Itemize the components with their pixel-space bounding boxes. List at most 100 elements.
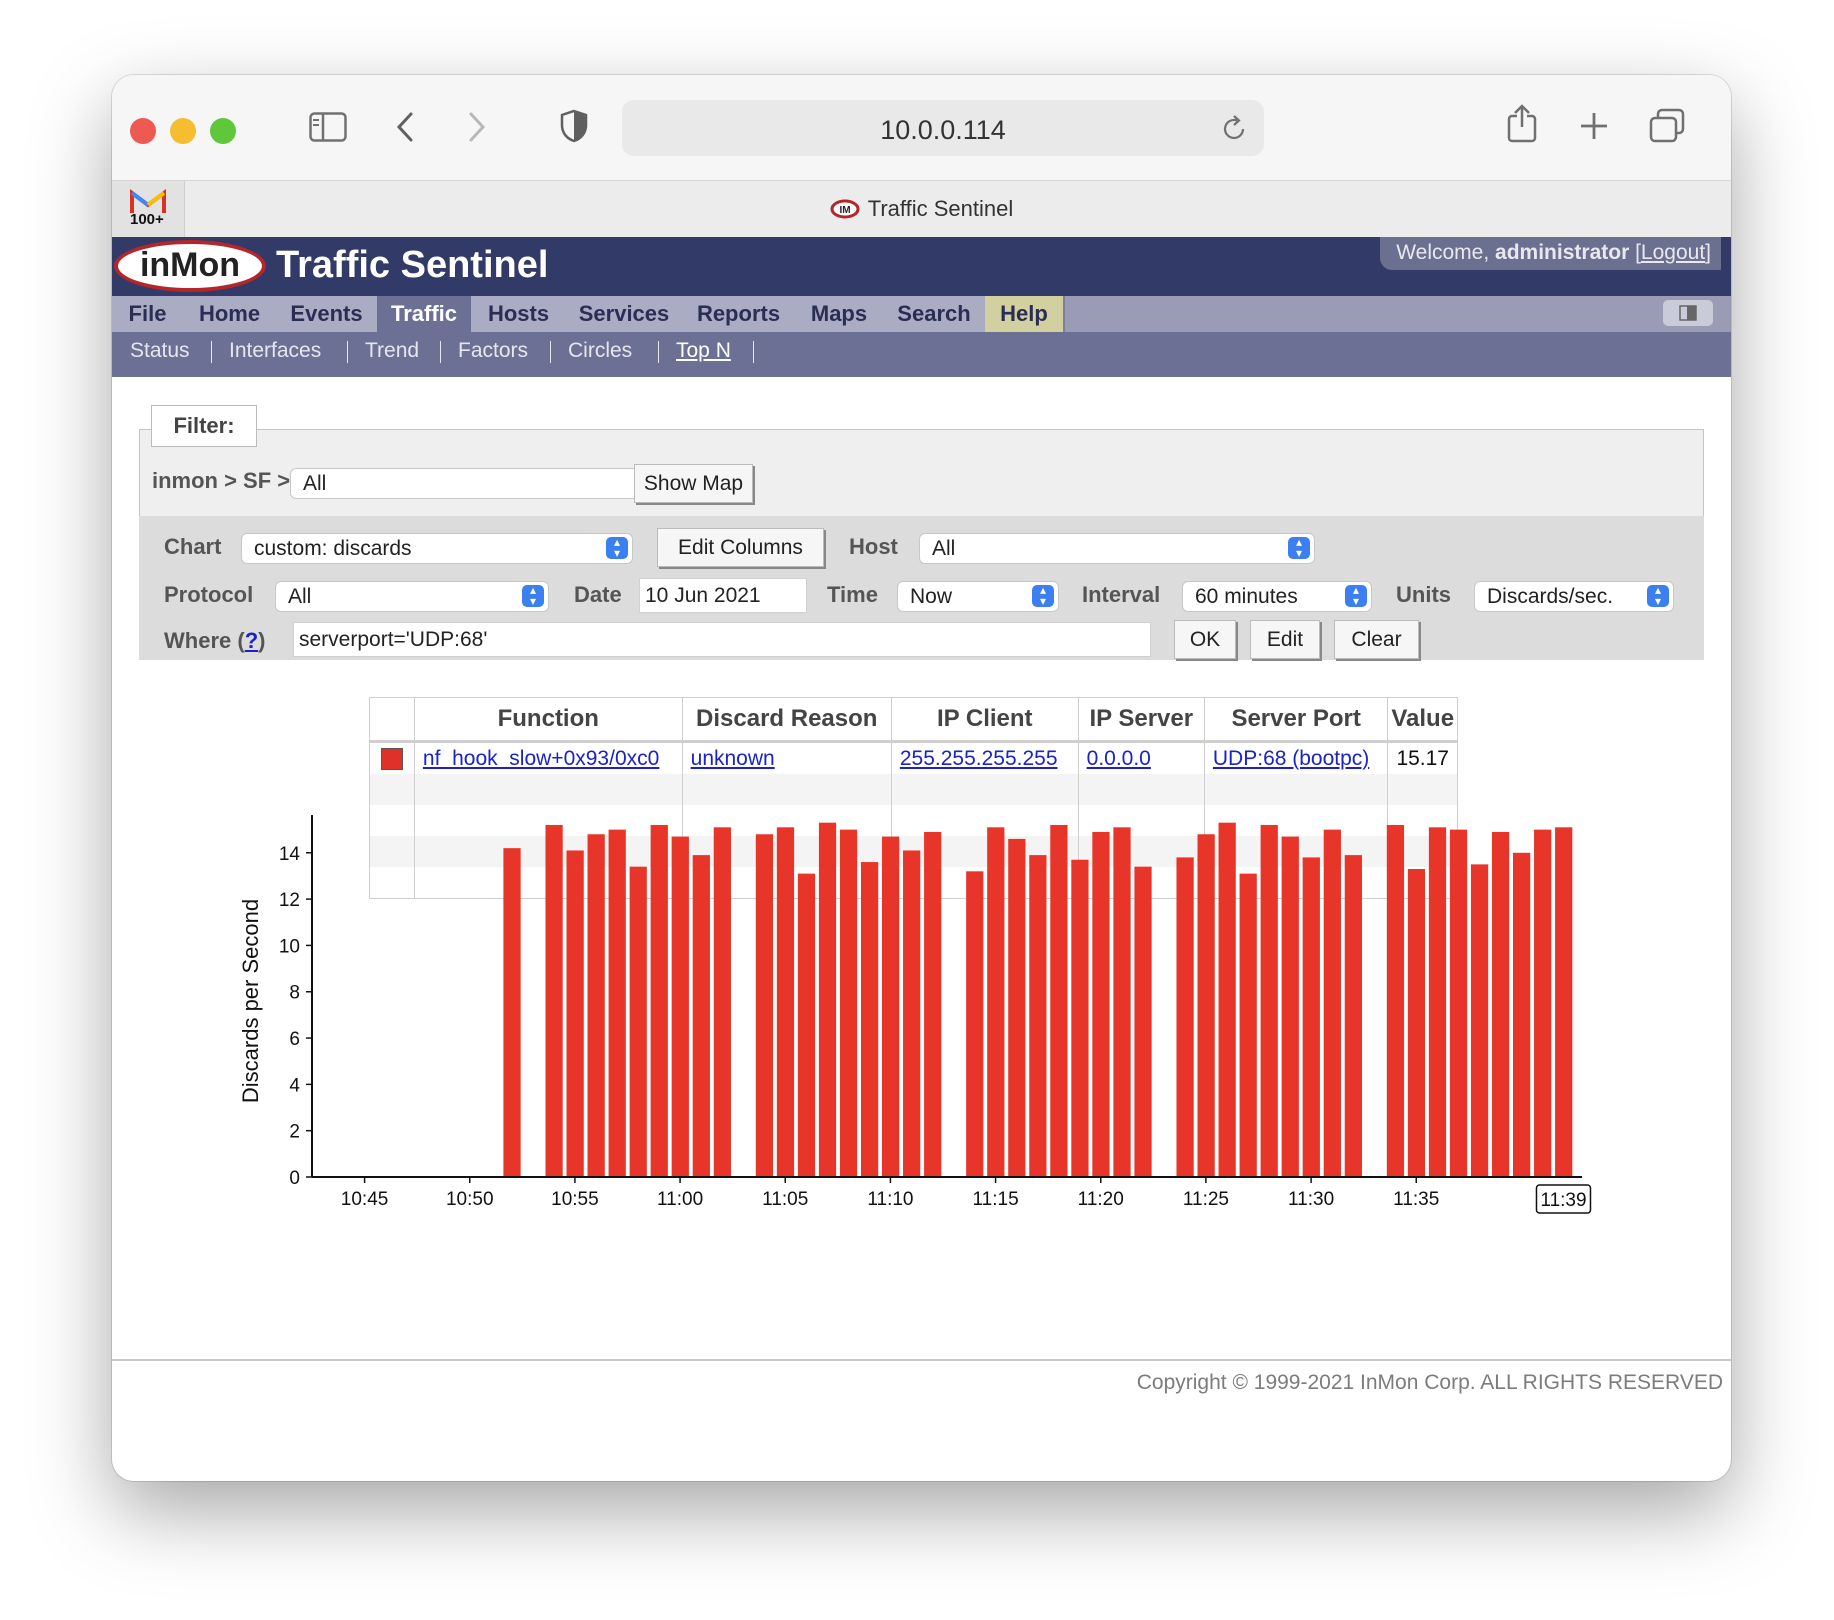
column-header-function: Function bbox=[413, 697, 683, 742]
new-tab-icon[interactable] bbox=[1579, 111, 1609, 141]
server-link[interactable]: 0.0.0.0 bbox=[1087, 747, 1151, 770]
bar bbox=[1218, 822, 1236, 1177]
bar bbox=[776, 827, 795, 1177]
table-header-row: Function Discard Reason IP Client IP Ser… bbox=[369, 697, 1458, 742]
bar bbox=[1428, 827, 1447, 1177]
bar bbox=[1113, 827, 1131, 1177]
logout-link[interactable]: Logout bbox=[1641, 241, 1705, 264]
menu-maps[interactable]: Maps bbox=[795, 296, 885, 332]
submenu-trend[interactable]: Trend bbox=[365, 339, 419, 363]
x-tick-label: 11:20 bbox=[1078, 1189, 1124, 1210]
bar bbox=[503, 848, 521, 1177]
bar bbox=[587, 834, 605, 1177]
bar bbox=[1386, 825, 1405, 1177]
units-select[interactable]: Discards/sec. ▴ ▾ bbox=[1474, 581, 1674, 612]
host-select[interactable]: All ▴ ▾ bbox=[919, 533, 1315, 564]
chart-value: custom: discards bbox=[254, 537, 412, 560]
bar bbox=[1281, 836, 1299, 1177]
discards-bar-chart: Discards per Second 0 2 4 6 8 10 12 14 10:45 10:50… bbox=[238, 815, 1592, 1214]
protocol-select[interactable]: All ▴ ▾ bbox=[275, 581, 549, 612]
close-window-button[interactable] bbox=[130, 118, 156, 144]
reason-link[interactable]: unknown bbox=[691, 747, 775, 770]
interval-value: 60 minutes bbox=[1195, 585, 1298, 608]
active-tab[interactable]: IM Traffic Sentinel bbox=[112, 196, 1731, 222]
date-input[interactable]: 10 Jun 2021 bbox=[639, 578, 807, 613]
where-help-link[interactable]: ? bbox=[245, 628, 258, 653]
menu-hosts[interactable]: Hosts bbox=[471, 296, 568, 332]
menu-home[interactable]: Home bbox=[183, 296, 278, 332]
bar bbox=[839, 829, 858, 1177]
menu-help[interactable]: Help bbox=[985, 296, 1065, 332]
share-icon[interactable] bbox=[1506, 103, 1538, 143]
port-link[interactable]: UDP:68 (bootpc) bbox=[1213, 747, 1369, 770]
current-time-label: 11:39 bbox=[1540, 1190, 1586, 1211]
tab-title: Traffic Sentinel bbox=[867, 196, 1014, 221]
menu-file[interactable]: File bbox=[112, 296, 185, 332]
reload-icon[interactable] bbox=[1222, 114, 1248, 142]
browser-window: 10.0.0.114 100+ IM Traffic Sentinel inMo… bbox=[112, 75, 1731, 1481]
submenu-top-n[interactable]: Top N bbox=[676, 339, 731, 363]
filter-agent-select[interactable]: All ▴▾ bbox=[290, 468, 686, 499]
forward-icon[interactable] bbox=[467, 111, 487, 143]
bar bbox=[1134, 866, 1152, 1177]
function-cell: nf_hook_slow+0x93/0xc0 bbox=[413, 740, 683, 774]
x-tick-label: 10:55 bbox=[551, 1189, 599, 1210]
zoom-window-button[interactable] bbox=[210, 118, 236, 144]
bar bbox=[1470, 864, 1489, 1177]
bar bbox=[629, 866, 647, 1177]
sidebar-icon[interactable] bbox=[309, 112, 347, 142]
bar bbox=[1534, 829, 1552, 1177]
y-tick-label: 6 bbox=[289, 1029, 300, 1050]
table-row: nf_hook_slow+0x93/0xc0 unknown 255.255.2… bbox=[369, 740, 1458, 774]
units-value: Discards/sec. bbox=[1487, 585, 1614, 608]
clear-button[interactable]: Clear bbox=[1334, 620, 1419, 659]
edit-button[interactable]: Edit bbox=[1250, 620, 1320, 659]
menu-events[interactable]: Events bbox=[276, 296, 379, 332]
interval-select[interactable]: 60 minutes ▴ ▾ bbox=[1182, 581, 1372, 612]
address-bar[interactable]: 10.0.0.114 bbox=[622, 100, 1264, 156]
x-tick-label: 10:50 bbox=[446, 1189, 494, 1210]
chart-select[interactable]: custom: discards ▴ ▾ bbox=[241, 533, 633, 564]
where-label: Where (?) bbox=[164, 628, 266, 653]
bar bbox=[566, 850, 584, 1177]
column-header-ip-server: IP Server bbox=[1077, 697, 1205, 742]
where-input[interactable]: serverport='UDP:68' bbox=[293, 622, 1151, 657]
chevron-updown-icon: ▴▾ bbox=[1288, 536, 1310, 559]
submenu-factors[interactable]: Factors bbox=[458, 339, 528, 363]
x-tick-label: 11:25 bbox=[1183, 1189, 1229, 1210]
edit-columns-button[interactable]: Edit Columns bbox=[657, 528, 824, 567]
y-tick-label: 10 bbox=[279, 936, 300, 957]
client-link[interactable]: 255.255.255.255 bbox=[900, 747, 1058, 770]
menu-search[interactable]: Search bbox=[883, 296, 987, 332]
x-tick-label: 11:30 bbox=[1288, 1189, 1334, 1210]
back-icon[interactable] bbox=[395, 111, 415, 143]
menu-traffic[interactable]: Traffic bbox=[377, 296, 473, 332]
series-color-cell bbox=[369, 740, 415, 774]
function-link[interactable]: nf_hook_slow+0x93/0xc0 bbox=[423, 747, 659, 770]
panel-toggle-button[interactable] bbox=[1663, 300, 1713, 326]
submenu-circles[interactable]: Circles bbox=[568, 339, 632, 363]
server-cell: 0.0.0.0 bbox=[1077, 740, 1205, 774]
submenu-separator bbox=[347, 341, 348, 363]
time-label: Time bbox=[827, 582, 878, 607]
inmon-favicon: IM bbox=[830, 199, 860, 219]
show-map-button[interactable]: Show Map bbox=[634, 464, 753, 503]
shield-icon[interactable] bbox=[560, 109, 588, 143]
protocol-value: All bbox=[288, 585, 312, 608]
submenu-interfaces[interactable]: Interfaces bbox=[229, 339, 321, 363]
client-cell: 255.255.255.255 bbox=[890, 740, 1079, 774]
minimize-window-button[interactable] bbox=[170, 118, 196, 144]
time-select[interactable]: Now ▴ ▾ bbox=[897, 581, 1059, 612]
chevron-updown-icon: ▴▾ bbox=[1647, 584, 1669, 607]
bar bbox=[713, 827, 731, 1177]
menu-services[interactable]: Services bbox=[566, 296, 684, 332]
tab-overview-icon[interactable] bbox=[1648, 108, 1686, 144]
ok-button[interactable]: OK bbox=[1174, 620, 1236, 659]
menu-reports[interactable]: Reports bbox=[682, 296, 797, 332]
column-header-ip-client: IP Client bbox=[890, 697, 1079, 742]
bar bbox=[1323, 829, 1341, 1177]
bar bbox=[1513, 852, 1531, 1177]
bar bbox=[797, 873, 816, 1177]
submenu-status[interactable]: Status bbox=[130, 339, 190, 363]
bar bbox=[818, 822, 837, 1177]
